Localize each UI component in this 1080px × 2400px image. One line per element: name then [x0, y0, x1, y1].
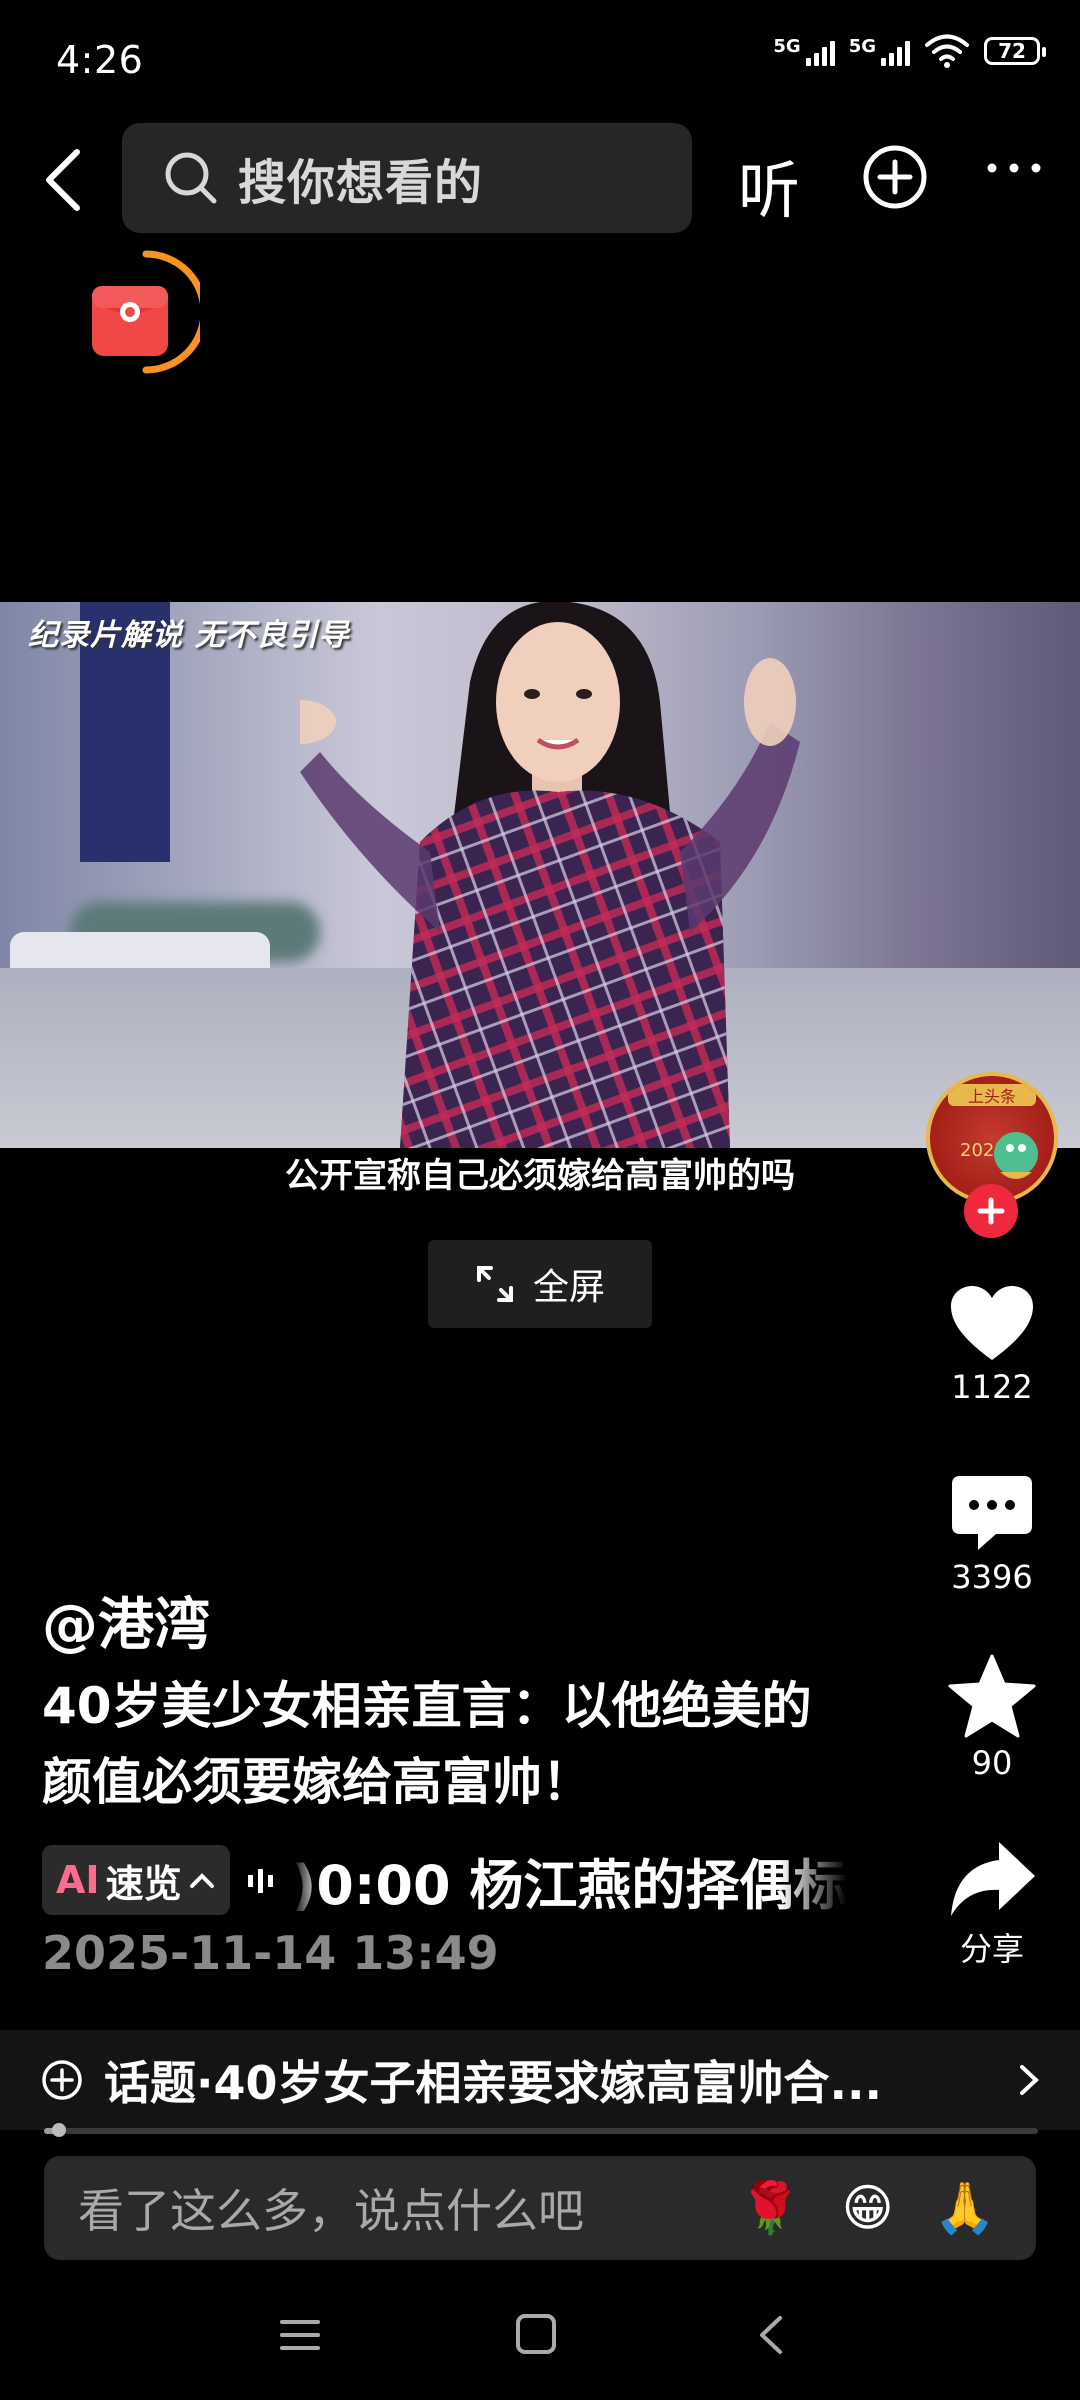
- rose-emoji-button[interactable]: 🌹: [739, 2179, 801, 2238]
- expand-icon: [476, 1266, 513, 1302]
- comment-button[interactable]: 3396: [930, 1474, 1054, 1596]
- ai-prefix: AI: [56, 1858, 100, 1902]
- like-button[interactable]: 1122: [930, 1284, 1054, 1406]
- audio-wave-icon: [247, 1869, 273, 1893]
- avatar-image: 上头条 2025: [948, 1084, 1038, 1179]
- home-icon[interactable]: [516, 2314, 556, 2354]
- topic-text: 话题·40岁女子相亲要求嫁高富帅合...: [104, 2056, 882, 2110]
- share-label: 分享: [959, 1930, 1024, 1968]
- progress-knob[interactable]: [51, 2123, 66, 2137]
- share-button[interactable]: 分享: [930, 1838, 1054, 1970]
- comment-icon: [952, 1476, 1032, 1550]
- comment-count: 3396: [951, 1558, 1033, 1596]
- star-icon: [948, 1654, 1036, 1738]
- wifi-icon: [925, 34, 969, 68]
- signal-icon: 5G: [773, 36, 835, 66]
- back-icon: [46, 149, 80, 211]
- ai-summary-label: 速览: [105, 1861, 182, 1906]
- fullscreen-button[interactable]: 全屏: [428, 1240, 652, 1328]
- more-button[interactable]: [986, 160, 1042, 180]
- favorite-button[interactable]: 90: [930, 1654, 1054, 1782]
- video-frame-person: [300, 602, 800, 1148]
- chevron-right-icon: [1020, 2065, 1039, 2095]
- follow-button[interactable]: [964, 1184, 1018, 1238]
- battery-indicator: 72: [984, 37, 1046, 65]
- topic-bar[interactable]: 话题·40岁女子相亲要求嫁高富帅合...: [0, 2030, 1080, 2130]
- svg-text:上头条: 上头条: [968, 1087, 1016, 1106]
- share-icon: [951, 1842, 1035, 1916]
- add-circle-icon: [863, 145, 927, 209]
- add-button[interactable]: [862, 144, 928, 214]
- chevron-up-icon: [189, 1873, 214, 1888]
- grin-emoji-button[interactable]: 😁: [842, 2179, 894, 2237]
- search-input[interactable]: 搜你想看的: [122, 123, 692, 233]
- nav-back-icon[interactable]: [760, 2316, 782, 2354]
- favorite-count: 90: [971, 1744, 1013, 1782]
- like-count: 1122: [951, 1368, 1033, 1406]
- pray-emoji-button[interactable]: 🙏: [934, 2179, 996, 2238]
- comment-input[interactable]: 看了这么多，说点什么吧 🌹 😁 🙏: [44, 2156, 1036, 2260]
- search-icon: [165, 152, 217, 204]
- video-subtitle: 公开宣称自己必须嫁给高富帅的吗: [285, 1156, 795, 1196]
- topic-icon: [42, 2060, 82, 2100]
- status-icons: 5G 5G 72: [773, 34, 1046, 68]
- ai-summary-text: )0:00 杨江燕的择偶标: [291, 1853, 848, 1917]
- video-player[interactable]: 纪录片解说 无不良引导: [0, 602, 1080, 1148]
- listen-button[interactable]: 听: [738, 140, 800, 230]
- red-packet-icon: [92, 250, 208, 374]
- status-time: 4:26: [56, 38, 144, 82]
- heart-icon: [951, 1286, 1033, 1360]
- menu-icon[interactable]: [280, 2320, 320, 2350]
- search-placeholder: 搜你想看的: [238, 155, 484, 211]
- video-description: 40岁美少女相亲直言：以他绝美的颜值必须要嫁给高富帅！: [42, 1677, 812, 1811]
- red-packet-button[interactable]: [88, 246, 208, 386]
- more-icon: [987, 163, 1041, 173]
- plus-icon: [977, 1197, 1005, 1225]
- author-name[interactable]: @港湾: [42, 1580, 210, 1661]
- fullscreen-label: 全屏: [532, 1267, 605, 1308]
- signal-icon-2: 5G: [849, 36, 910, 66]
- ai-summary-row[interactable]: AI 速览 )0:00 杨江燕的择偶标: [42, 1840, 862, 1920]
- ai-summary-button[interactable]: AI 速览: [42, 1845, 230, 1915]
- publish-date: 2025-11-14 13:49: [42, 1926, 499, 1980]
- back-button[interactable]: [28, 140, 98, 220]
- video-progress-bar[interactable]: [44, 2123, 1038, 2137]
- video-watermark: 纪录片解说 无不良引导: [28, 618, 350, 653]
- comment-placeholder: 看了这么多，说点什么吧: [78, 2184, 584, 2238]
- system-nav-bar: [280, 2314, 782, 2354]
